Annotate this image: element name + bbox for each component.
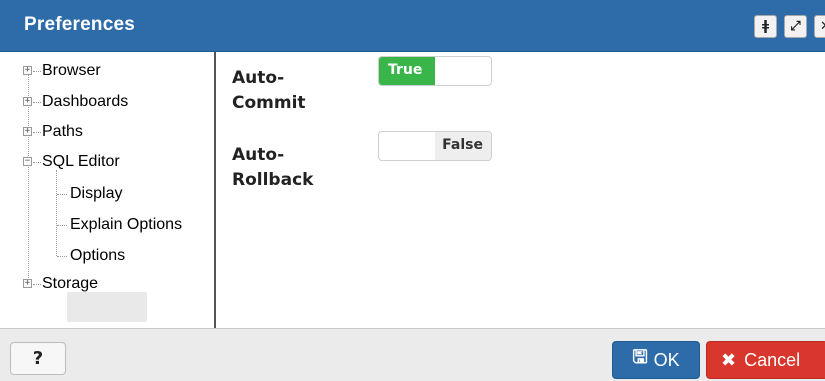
tree-item-sql-editor[interactable]: SQL Editor [42, 151, 120, 173]
auto-commit-label-line2: Commit [232, 93, 306, 113]
auto-rollback-label-line1: Auto- [232, 145, 285, 165]
tree-connector [33, 162, 41, 163]
tree-item-paths[interactable]: Paths [42, 121, 83, 143]
pin-icon: ǂ [761, 19, 770, 34]
auto-commit-label: Auto- Commit [232, 66, 306, 116]
tree-item-explain-options[interactable]: Explain Options [70, 214, 182, 236]
toggle-on-state: True [379, 57, 435, 85]
auto-commit-toggle[interactable]: True [378, 56, 492, 86]
help-button[interactable]: ? [10, 342, 66, 375]
expander-icon[interactable]: + [23, 127, 32, 136]
tree-connector [57, 256, 67, 257]
tree-item-display[interactable]: Display [70, 183, 122, 205]
tree-connector [57, 225, 67, 226]
tree-item-storage[interactable]: Storage [42, 273, 98, 295]
expander-icon[interactable]: + [23, 279, 32, 288]
dialog-title: Preferences [24, 14, 135, 35]
toggle-off-state: False [435, 132, 491, 160]
close-button[interactable]: ✕ [814, 15, 825, 38]
tree-connector [56, 170, 57, 256]
save-icon: 🖫 [632, 347, 648, 368]
auto-commit-label-line1: Auto- [232, 68, 285, 88]
selected-highlight [67, 292, 147, 322]
auto-rollback-label-line2: Rollback [232, 170, 314, 190]
x-icon: ✖ [721, 349, 737, 371]
tree-connector [33, 132, 41, 133]
cancel-button[interactable]: ✖ Cancel [706, 341, 825, 379]
expander-icon[interactable]: + [23, 66, 32, 75]
tree-item-dashboards[interactable]: Dashboards [42, 91, 128, 113]
panel-divider[interactable] [214, 52, 216, 328]
expander-icon[interactable]: − [23, 157, 32, 166]
dialog-titlebar[interactable]: Preferences ǂ ⤢ ✕ [0, 0, 825, 52]
close-icon: ✕ [820, 19, 825, 34]
expander-icon[interactable]: + [23, 97, 32, 106]
tree-item-options[interactable]: Options [70, 245, 125, 267]
maximize-icon: ⤢ [790, 19, 801, 34]
ok-button[interactable]: 🖫 OK [612, 341, 700, 379]
pin-button[interactable]: ǂ [754, 15, 777, 38]
tree-item-browser[interactable]: Browser [42, 60, 101, 82]
tree-connector [33, 102, 41, 103]
cancel-label: Cancel [744, 349, 801, 370]
auto-rollback-toggle[interactable]: False [378, 131, 492, 161]
maximize-button[interactable]: ⤢ [784, 15, 807, 38]
tree-connector [57, 194, 67, 195]
tree-connector [33, 71, 41, 72]
preferences-dialog: Preferences ǂ ⤢ ✕ + Browser + Dashboards + Pa… [0, 0, 825, 381]
dialog-footer: ? 🖫 OK ✖ Cancel [0, 328, 825, 381]
ok-label: OK [653, 349, 680, 370]
auto-rollback-label: Auto- Rollback [232, 143, 313, 193]
tree-connector [33, 284, 41, 285]
